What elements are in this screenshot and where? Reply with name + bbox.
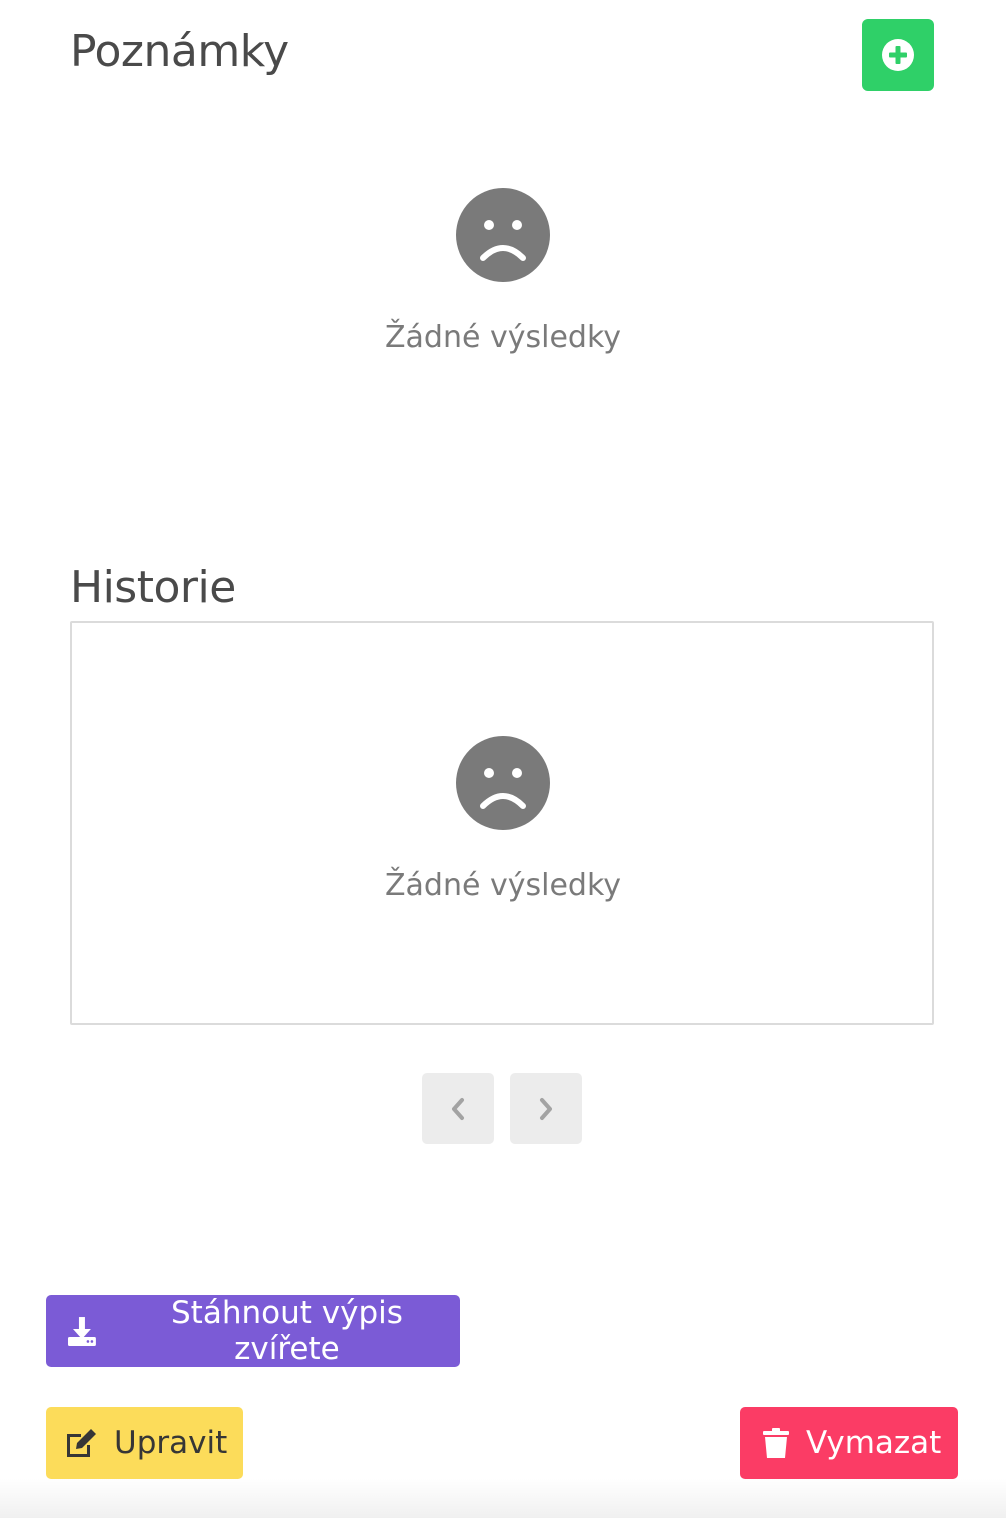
animal-detail-page: Poznámky Žádné výsledky Historie Žádné v… [0, 0, 1006, 1518]
download-button-label: Stáhnout výpis zvířete [171, 1295, 403, 1367]
bottom-shadow [0, 1478, 1006, 1518]
plus-circle-icon [882, 39, 914, 71]
pagination-next-button[interactable] [510, 1073, 582, 1144]
chevron-right-icon [540, 1097, 552, 1120]
notes-empty-text: Žádné výsledky [384, 320, 621, 355]
history-empty-text: Žádné výsledky [384, 868, 621, 903]
sad-face-icon [456, 188, 550, 282]
edit-button[interactable]: Upravit [46, 1407, 243, 1479]
delete-button[interactable]: Vymazat [740, 1407, 958, 1479]
edit-icon [67, 1429, 96, 1457]
download-icon [67, 1317, 96, 1346]
sad-face-icon [456, 736, 550, 830]
chevron-left-icon [452, 1097, 464, 1120]
delete-button-label: Vymazat [806, 1425, 942, 1461]
edit-button-label: Upravit [114, 1425, 228, 1461]
trash-icon [763, 1428, 789, 1458]
add-note-button[interactable] [862, 19, 934, 91]
pagination-previous-button[interactable] [422, 1073, 494, 1144]
history-heading: Historie [70, 562, 236, 613]
download-animal-report-button[interactable]: Stáhnout výpis zvířete [46, 1295, 460, 1367]
notes-empty-state: Žádné výsledky [0, 188, 1006, 355]
history-empty-state: Žádné výsledky [0, 736, 1006, 903]
notes-heading: Poznámky [70, 26, 289, 77]
